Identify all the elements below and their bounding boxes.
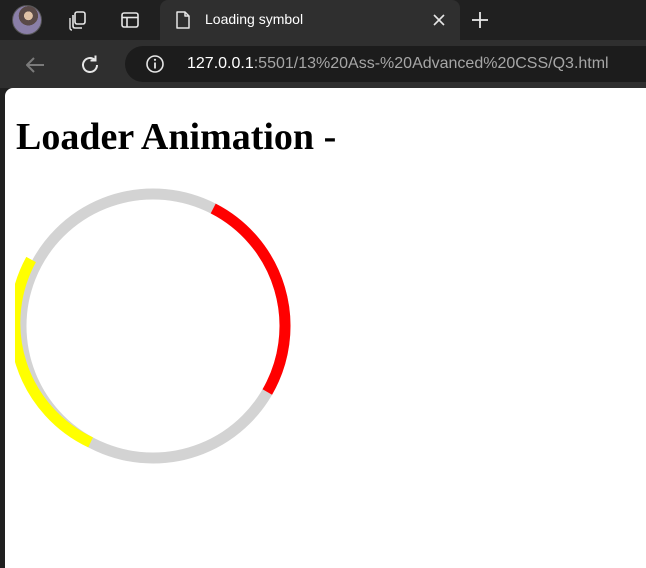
new-tab-button[interactable]: [468, 8, 492, 32]
tab-strip: Loading symbol: [0, 0, 646, 40]
url-text[interactable]: 127.0.0.1:5501/13%20Ass-%20Advanced%20CS…: [187, 55, 609, 73]
page-heading: Loader Animation -: [16, 116, 337, 158]
reload-button[interactable]: [77, 52, 103, 78]
url-host: 127.0.0.1: [187, 55, 254, 72]
browser-toolbar: 127.0.0.1:5501/13%20Ass-%20Advanced%20CS…: [0, 40, 646, 88]
info-icon[interactable]: [145, 54, 165, 74]
back-button[interactable]: [22, 52, 48, 78]
address-bar[interactable]: 127.0.0.1:5501/13%20Ass-%20Advanced%20CS…: [125, 46, 646, 82]
close-icon[interactable]: [430, 11, 448, 29]
reload-icon: [82, 55, 98, 73]
profile-avatar[interactable]: [12, 5, 42, 35]
workspaces-icon[interactable]: [66, 8, 90, 32]
tab-active[interactable]: Loading symbol: [160, 0, 460, 40]
page-icon: [175, 11, 191, 34]
plus-icon: [472, 12, 488, 28]
loader-spinner: [9, 187, 291, 470]
tab-actions-icon[interactable]: [118, 8, 142, 32]
back-arrow-icon: [26, 57, 44, 73]
loader-segment-red: [210, 203, 291, 395]
tab-title: Loading symbol: [205, 11, 304, 27]
url-path: :5501/13%20Ass-%20Advanced%20CSS/Q3.html: [253, 55, 609, 72]
